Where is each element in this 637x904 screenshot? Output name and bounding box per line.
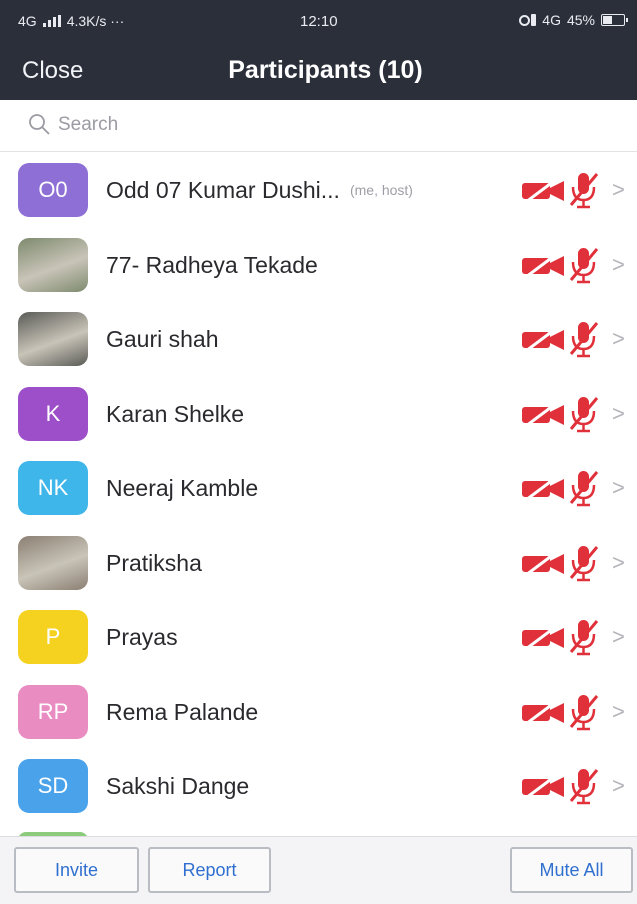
participant-list: O0 Odd 07 Kumar Dushi... (me, host) > 77-…	[0, 153, 637, 824]
participant-name: Pratiksha	[106, 550, 202, 577]
status-right: 4G 45%	[519, 12, 628, 28]
status-bar: 4G 4.3K/s ··· 12:10 4G 45%	[0, 0, 637, 42]
participant-name-text: Sakshi Dange	[106, 773, 250, 799]
invite-button[interactable]: Invite	[14, 847, 139, 893]
chevron-right-icon: >	[612, 698, 625, 724]
mic-muted-icon	[569, 769, 599, 805]
search-icon	[29, 114, 50, 135]
participant-name: Odd 07 Kumar Dushi... (me, host)	[106, 177, 413, 204]
chevron-right-icon: >	[612, 773, 625, 798]
participant-name: Prayas	[106, 624, 178, 651]
participant-name: Neeraj Kamble	[106, 475, 258, 502]
video-off-icon	[522, 624, 564, 650]
avatar: O0	[18, 163, 88, 217]
participant-row[interactable]: Gauri shah >	[0, 302, 637, 377]
mic-muted-icon	[569, 247, 599, 283]
avatar: SD	[18, 759, 88, 813]
participant-row[interactable]: RP Rema Palande >	[0, 674, 637, 749]
avatar: P	[18, 610, 88, 664]
status-left: 4G 4.3K/s ···	[18, 13, 124, 29]
signal-icon	[42, 15, 61, 27]
mic-muted-icon	[569, 620, 599, 656]
battery-icon	[601, 14, 628, 26]
participant-name-text: Odd 07 Kumar Dushi...	[106, 177, 340, 203]
chevron-right-icon: >	[612, 475, 625, 500]
clock: 12:10	[300, 13, 338, 30]
participant-name: Karan Shelke	[106, 401, 244, 428]
search-bar[interactable]	[0, 100, 637, 152]
mic-muted-icon	[569, 322, 599, 358]
participant-row[interactable]: P Prayas >	[0, 600, 637, 675]
participant-tag: (me, host)	[349, 182, 413, 198]
network-type: 4G	[18, 13, 37, 29]
participants-screen: 4G 4.3K/s ··· 12:10 4G 45% Close Partici…	[0, 0, 637, 904]
mic-muted-icon	[569, 396, 599, 432]
chevron-right-icon: >	[612, 624, 625, 649]
chevron-right-icon: >	[612, 326, 625, 351]
avatar-photo	[18, 237, 88, 292]
mic-muted-icon	[569, 471, 599, 507]
participant-name-text: Neeraj Kamble	[106, 475, 259, 501]
participant-name: 77- Radheya Tekade	[106, 252, 318, 279]
chevron-right-icon: >	[612, 177, 625, 202]
chevron-right-icon: >	[612, 400, 625, 426]
video-off-icon	[522, 698, 564, 725]
report-button[interactable]: Report	[148, 847, 271, 893]
participant-row[interactable]: Pratiksha >	[0, 525, 637, 600]
video-off-icon	[522, 549, 564, 576]
vibrate-icon	[519, 14, 537, 26]
mic-muted-icon	[569, 694, 599, 730]
participant-row[interactable]: 77- Radheya Tekade >	[0, 227, 637, 302]
avatar-photo	[18, 535, 88, 590]
footer-bar: Invite Report Mute All	[0, 836, 637, 904]
network-speed: 4.3K/s ···	[66, 13, 125, 29]
mic-muted-icon	[569, 545, 599, 581]
page-title: Participants (10)	[228, 56, 423, 84]
participant-row[interactable]: K Karan Shelke >	[0, 376, 637, 451]
participant-row[interactable]: NK Neeraj Kamble >	[0, 451, 637, 526]
mic-muted-icon	[569, 173, 599, 209]
participant-name-text: Prayas	[106, 624, 178, 650]
header-bar: Close Participants (10)	[0, 42, 637, 100]
video-off-icon	[522, 326, 564, 352]
participant-name-text: Rema Palande	[106, 698, 259, 725]
chevron-right-icon: >	[612, 251, 625, 277]
participant-name: Rema Palande	[106, 699, 258, 726]
search-input[interactable]	[58, 110, 558, 140]
video-off-icon	[522, 400, 564, 427]
video-off-icon	[522, 773, 564, 799]
participant-name: Sakshi Dange	[106, 773, 249, 800]
participant-name-text: Karan Shelke	[106, 400, 245, 427]
chevron-right-icon: >	[612, 549, 625, 575]
network-type-2: 4G	[542, 12, 561, 28]
video-off-icon	[522, 177, 564, 203]
avatar: NK	[18, 461, 88, 515]
participant-name: Gauri shah	[106, 326, 219, 353]
video-off-icon	[522, 251, 564, 278]
participant-name-text: Pratiksha	[106, 549, 202, 576]
video-off-icon	[522, 475, 564, 501]
avatar-photo	[18, 312, 88, 366]
avatar: K	[18, 386, 88, 441]
mute-all-button[interactable]: Mute All	[510, 847, 633, 893]
avatar: RP	[18, 684, 88, 739]
participant-name-text: 77- Radheya Tekade	[106, 251, 318, 278]
battery-percent: 45%	[566, 12, 595, 28]
participant-row[interactable]: O0 Odd 07 Kumar Dushi... (me, host) >	[0, 153, 637, 228]
participant-name-text: Gauri shah	[106, 326, 219, 352]
participant-row[interactable]: SD Sakshi Dange >	[0, 749, 637, 824]
